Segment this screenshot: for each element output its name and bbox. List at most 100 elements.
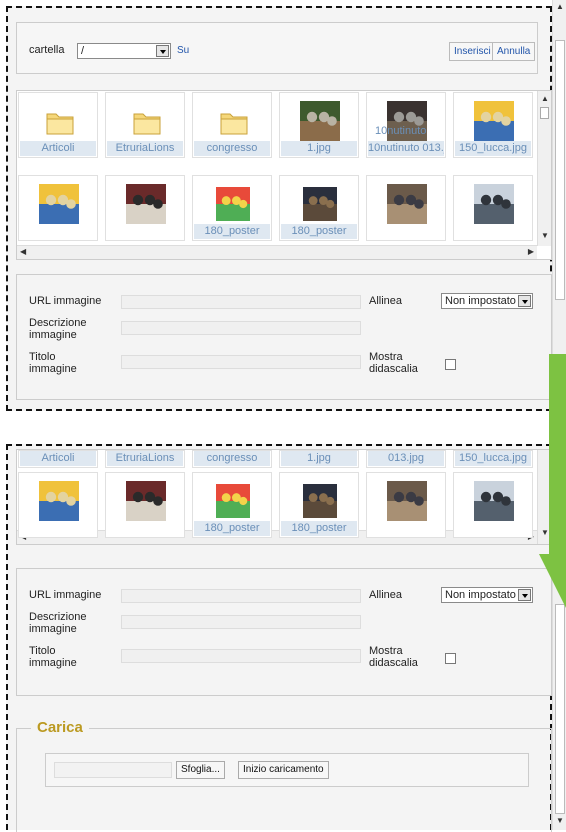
title-input[interactable] xyxy=(121,355,361,369)
file-name: Articoli xyxy=(20,451,96,466)
image-thumbnail xyxy=(216,187,250,221)
file-name: congresso xyxy=(194,141,270,156)
image-tile[interactable]: 1.jpg xyxy=(279,450,359,468)
folder-icon xyxy=(133,113,161,135)
show-caption-label: Mostra didascalia xyxy=(369,645,418,669)
horizontal-scrollbar[interactable]: ◀ ▶ xyxy=(17,245,537,259)
file-name: 150_lucca.jpg xyxy=(455,141,531,156)
title-label: Titolo immagine xyxy=(29,351,77,375)
folder-select[interactable]: / xyxy=(77,43,171,59)
image-tile[interactable]: 180_poster xyxy=(279,175,359,241)
image-dialog-bottom: ▼ ◀ ▶ ArticoliEtruriaLionscongresso1.jpg… xyxy=(6,444,552,832)
image-tile[interactable]: 180_poster xyxy=(192,175,272,241)
toolbar: cartella / Su Inserisci Annulla xyxy=(16,22,538,74)
url-label: URL immagine xyxy=(29,589,102,601)
folder-tile[interactable]: congresso xyxy=(192,450,272,468)
show-caption-checkbox[interactable] xyxy=(445,359,456,370)
file-name: 180_poster xyxy=(281,521,357,536)
url-input[interactable] xyxy=(121,589,361,603)
file-name-overlay: 10nutinuto xyxy=(375,125,427,137)
image-tile[interactable] xyxy=(18,472,98,538)
file-name: 1.jpg xyxy=(281,141,357,156)
file-browser-scrolled: ▼ ◀ ▶ ArticoliEtruriaLionscongresso1.jpg… xyxy=(16,449,552,545)
image-thumbnail xyxy=(126,184,166,224)
file-browser: ▲ ▼ ◀ ▶ Articoli EtruriaLions congresso 1.j… xyxy=(16,90,552,260)
image-thumbnail xyxy=(387,184,427,224)
show-caption-checkbox[interactable] xyxy=(445,653,456,664)
cancel-button[interactable]: Annulla xyxy=(492,42,536,61)
upload-fieldset: Carica Sfoglia... Inizio caricamento xyxy=(16,719,552,832)
image-thumbnail xyxy=(303,187,337,221)
align-select[interactable]: Non impostato xyxy=(441,293,533,309)
folder-icon xyxy=(46,113,74,135)
align-select[interactable]: Non impostato xyxy=(441,587,533,603)
title-input[interactable] xyxy=(121,649,361,663)
image-properties-form: URL immagine Allinea Non impostato Descrizi… xyxy=(16,568,552,696)
align-select-value: Non impostato xyxy=(445,295,516,307)
insert-button[interactable]: Inserisci xyxy=(449,42,496,61)
image-tile[interactable]: 150_lucca.jpg xyxy=(453,92,533,158)
file-name: EtruriaLions xyxy=(107,451,183,466)
folder-label: cartella xyxy=(29,44,65,56)
folder-tile[interactable]: EtruriaLions xyxy=(105,450,185,468)
image-dialog-top: cartella / Su Inserisci Annulla ▲ ▼ ◀ ▶ … xyxy=(6,6,552,411)
image-tile[interactable]: 150_lucca.jpg xyxy=(453,450,533,468)
image-thumbnail xyxy=(39,184,79,224)
image-tile[interactable] xyxy=(366,472,446,538)
image-tile[interactable]: 180_poster xyxy=(279,472,359,538)
file-name: Articoli xyxy=(20,141,96,156)
file-name: 1.jpg xyxy=(281,451,357,466)
image-thumbnail xyxy=(300,101,340,141)
folder-icon xyxy=(220,113,248,135)
image-tile[interactable] xyxy=(453,472,533,538)
align-label: Allinea xyxy=(369,589,403,601)
upload-legend: Carica xyxy=(31,719,89,736)
file-name: 180_poster xyxy=(194,224,270,239)
folder-tile[interactable]: EtruriaLions xyxy=(105,92,185,158)
vertical-scrollbar[interactable]: ▲ ▼ xyxy=(537,91,551,246)
folder-select-value: / xyxy=(81,45,85,57)
image-properties-form: URL immagine Allinea Non impostato Descrizi… xyxy=(16,274,552,400)
image-thumbnail xyxy=(474,101,514,141)
image-tile[interactable]: 1.jpg xyxy=(279,92,359,158)
folder-tile[interactable]: Articoli xyxy=(18,450,98,468)
align-label: Allinea xyxy=(369,295,403,307)
chevron-down-icon[interactable] xyxy=(518,295,531,307)
chevron-down-icon[interactable] xyxy=(518,589,531,601)
image-tile[interactable]: 10nutinuto 013.jpg 10nutinuto xyxy=(366,92,446,158)
description-input[interactable] xyxy=(121,321,361,335)
image-tile[interactable] xyxy=(366,175,446,241)
file-name: 013.jpg xyxy=(368,451,444,466)
image-thumbnail xyxy=(216,484,250,518)
image-thumbnail xyxy=(474,481,514,521)
image-thumbnail xyxy=(387,481,427,521)
image-tile[interactable]: 180_poster xyxy=(192,472,272,538)
title-label: Titolo immagine xyxy=(29,645,77,669)
url-label: URL immagine xyxy=(29,295,102,307)
file-name: 180_poster xyxy=(281,224,357,239)
image-tile[interactable] xyxy=(453,175,533,241)
file-name: 180_poster xyxy=(194,521,270,536)
image-thumbnail xyxy=(303,484,337,518)
url-input[interactable] xyxy=(121,295,361,309)
folder-tile[interactable]: congresso xyxy=(192,92,272,158)
file-path-input[interactable] xyxy=(54,762,172,778)
file-name: 10nutinuto 013.jpg xyxy=(368,141,444,156)
folder-tile[interactable]: Articoli xyxy=(18,92,98,158)
up-button[interactable]: Su xyxy=(173,42,193,61)
image-tile[interactable] xyxy=(18,175,98,241)
description-input[interactable] xyxy=(121,615,361,629)
image-tile[interactable] xyxy=(105,175,185,241)
image-tile[interactable]: 013.jpg xyxy=(366,450,446,468)
file-name: 150_lucca.jpg xyxy=(455,451,531,466)
start-upload-button[interactable]: Inizio caricamento xyxy=(238,761,329,779)
align-select-value: Non impostato xyxy=(445,589,516,601)
file-name: EtruriaLions xyxy=(107,141,183,156)
browse-button[interactable]: Sfoglia... xyxy=(176,761,225,779)
image-tile[interactable] xyxy=(105,472,185,538)
chevron-down-icon[interactable] xyxy=(156,45,169,57)
image-thumbnail xyxy=(126,481,166,521)
image-thumbnail xyxy=(39,481,79,521)
scroll-down-arrow-icon xyxy=(539,354,566,608)
upload-box: Sfoglia... Inizio caricamento xyxy=(45,753,529,787)
